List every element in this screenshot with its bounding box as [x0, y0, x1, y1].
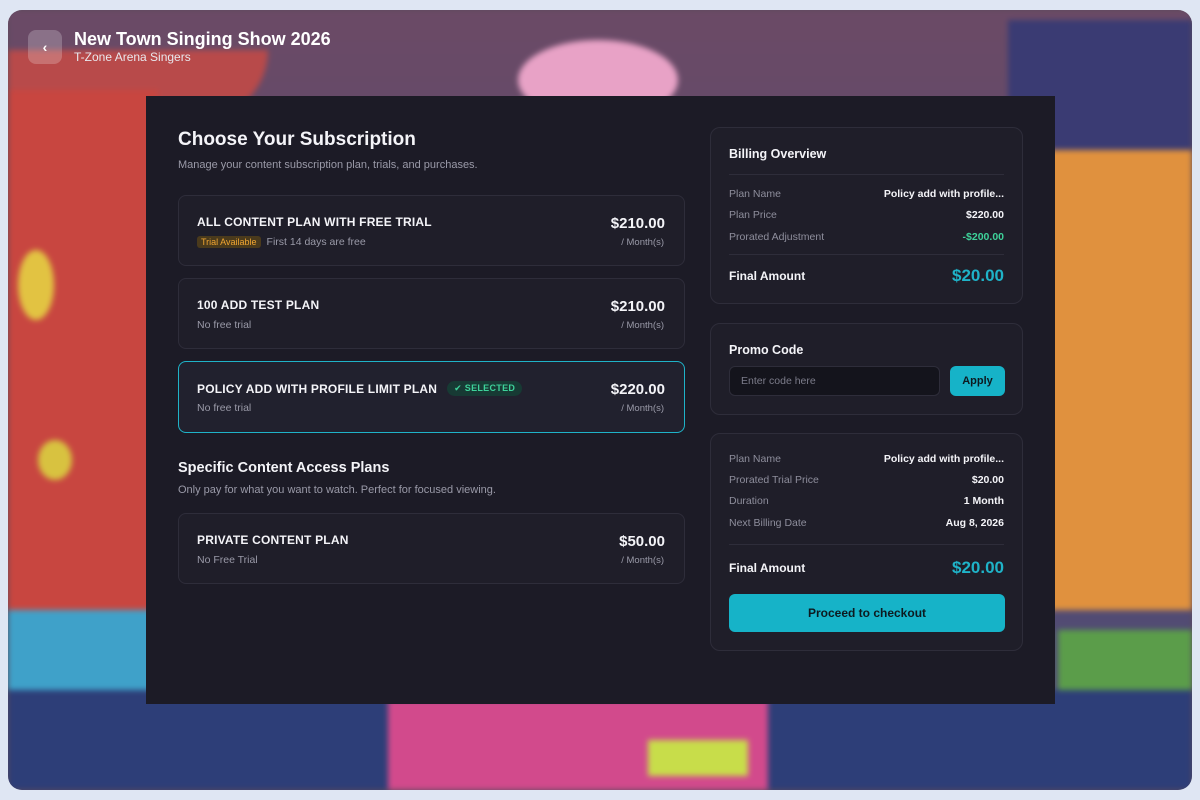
- plan-card-policy-add[interactable]: POLICY ADD WITH PROFILE LIMIT PLAN ✔ SEL…: [178, 361, 685, 433]
- page-header: ‹ New Town Singing Show 2026 T-Zone Aren…: [28, 28, 331, 65]
- plan-period: / Month(s): [621, 403, 664, 414]
- billing-row-plan-name: Plan Name Policy add with profile...: [729, 188, 1004, 200]
- summary-row-plan-name: Plan Name Policy add with profile...: [729, 453, 1004, 465]
- summary-row-duration: Duration 1 Month: [729, 495, 1004, 507]
- plan-price: $220.00: [610, 381, 665, 398]
- subscription-subtitle: Manage your content subscription plan, t…: [178, 159, 478, 171]
- billing-final-amount: Final Amount $20.00: [729, 266, 1004, 285]
- plan-name: PRIVATE CONTENT PLAN: [197, 533, 349, 547]
- plan-price: $210.00: [610, 215, 665, 232]
- plan-description: No Free Trial: [197, 554, 258, 566]
- plan-description: No free trial: [197, 402, 252, 414]
- promo-code-card: Promo Code Apply: [710, 323, 1023, 415]
- billing-row-prorated-adjustment: Prorated Adjustment -$200.00: [729, 231, 1004, 243]
- summary-final-amount: Final Amount $20.00: [729, 558, 1004, 577]
- plan-description-row: Trial Available First 14 days are free: [197, 236, 366, 248]
- plan-price: $50.00: [619, 533, 665, 550]
- subscription-panel: Choose Your Subscription Manage your con…: [146, 96, 1055, 704]
- header-text: New Town Singing Show 2026 T-Zone Arena …: [74, 28, 331, 65]
- apply-promo-button[interactable]: Apply: [950, 366, 1005, 396]
- plan-period: / Month(s): [621, 237, 664, 248]
- plan-description: First 14 days are free: [266, 236, 366, 248]
- back-button[interactable]: ‹: [28, 29, 62, 64]
- specific-plans-header: Specific Content Access Plans Only pay f…: [178, 459, 496, 497]
- page-subtitle: T-Zone Arena Singers: [74, 50, 191, 64]
- plan-name: ALL CONTENT PLAN WITH FREE TRIAL: [197, 215, 432, 229]
- plan-period: / Month(s): [621, 320, 664, 331]
- chevron-left-icon: ‹: [42, 38, 48, 55]
- app-window: ‹ New Town Singing Show 2026 T-Zone Aren…: [8, 10, 1192, 790]
- plan-period: / Month(s): [621, 555, 664, 566]
- billing-row-plan-price: Plan Price $220.00: [729, 209, 1004, 221]
- plan-name-row: POLICY ADD WITH PROFILE LIMIT PLAN ✔ SEL…: [197, 381, 523, 396]
- summary-row-trial-price: Prorated Trial Price $20.00: [729, 474, 1004, 486]
- proceed-to-checkout-button[interactable]: Proceed to checkout: [729, 594, 1005, 632]
- billing-overview-card: Billing Overview Plan Name Policy add wi…: [710, 127, 1023, 304]
- promo-code-title: Promo Code: [729, 343, 804, 357]
- plan-card-100-add-test[interactable]: 100 ADD TEST PLAN No free trial $210.00 …: [178, 278, 685, 349]
- trial-badge: Trial Available: [197, 236, 261, 248]
- order-summary-card: Plan Name Policy add with profile... Pro…: [710, 433, 1023, 651]
- plans-column: Choose Your Subscription Manage your con…: [178, 128, 685, 584]
- summary-row-next-billing: Next Billing Date Aug 8, 2026: [729, 517, 1004, 529]
- plan-name: POLICY ADD WITH PROFILE LIMIT PLAN: [197, 381, 438, 396]
- specific-plans-subtitle: Only pay for what you want to watch. Per…: [178, 484, 496, 496]
- plan-name: 100 ADD TEST PLAN: [197, 298, 320, 312]
- subscription-title: Choose Your Subscription: [178, 129, 416, 150]
- plan-price: $210.00: [610, 298, 665, 315]
- promo-code-input[interactable]: [729, 366, 940, 396]
- billing-overview-title: Billing Overview: [729, 147, 827, 161]
- specific-plans-title: Specific Content Access Plans: [178, 460, 390, 476]
- plan-card-all-content[interactable]: ALL CONTENT PLAN WITH FREE TRIAL Trial A…: [178, 195, 685, 266]
- selected-badge: ✔ SELECTED: [447, 381, 523, 396]
- page-title: New Town Singing Show 2026: [74, 29, 331, 49]
- plan-description: No free trial: [197, 319, 252, 331]
- plan-card-private-content[interactable]: PRIVATE CONTENT PLAN No Free Trial $50.0…: [178, 513, 685, 584]
